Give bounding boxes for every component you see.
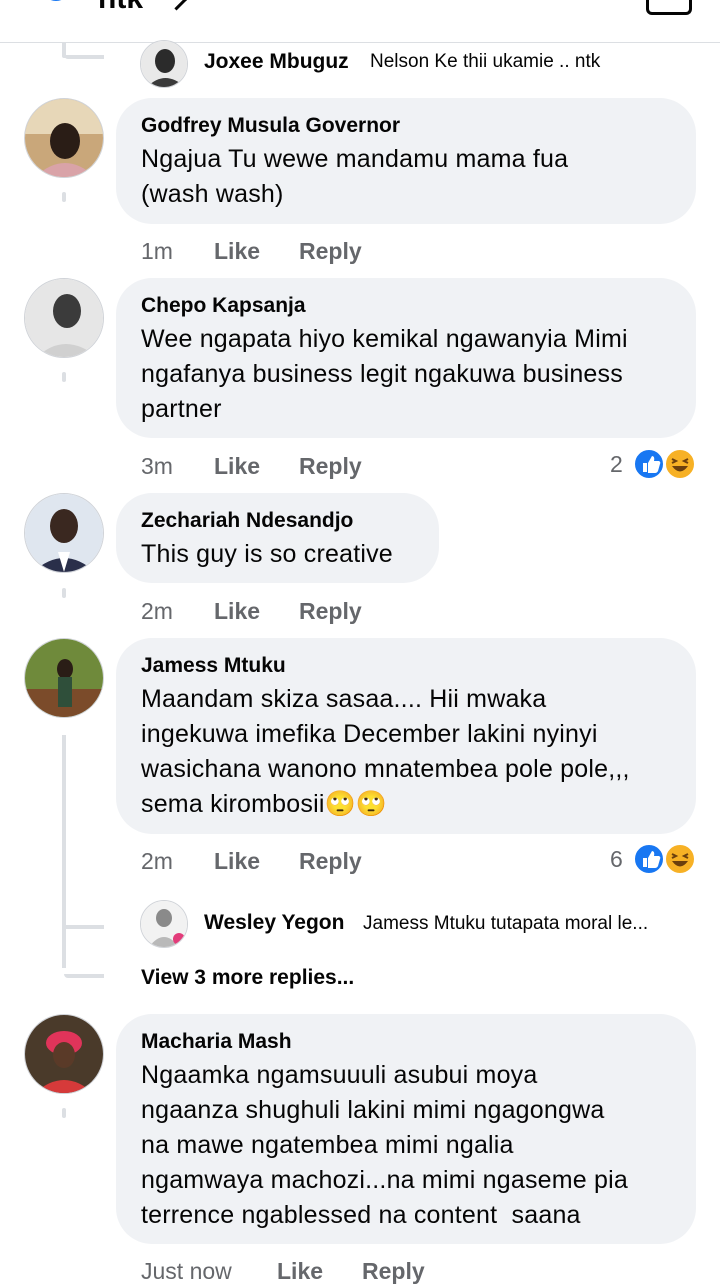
comment-line: na mawe ngatembea mimi ngalia bbox=[141, 1131, 514, 1159]
comment-line: Ngajua Tu wewe mandamu mama fua bbox=[141, 145, 569, 173]
comment-line: This guy is so creative bbox=[141, 540, 393, 568]
like-reaction-icon bbox=[633, 843, 665, 875]
like-button[interactable]: Like bbox=[214, 453, 260, 480]
comment-line: partner bbox=[141, 395, 222, 423]
thread-line bbox=[64, 55, 104, 59]
comment-author[interactable]: Chepo Kapsanja bbox=[141, 294, 306, 318]
like-reaction-icon bbox=[633, 448, 665, 480]
comment-line: ngamwaya machozi...na mimi ngaseme pia bbox=[141, 1166, 628, 1194]
comment-line: Maandam skiza sasaa.... Hii mwaka bbox=[141, 685, 547, 713]
comment-line: sema kirombosii🙄🙄 bbox=[141, 790, 388, 818]
avatar[interactable] bbox=[140, 40, 188, 88]
comment-time: 2m bbox=[141, 598, 173, 624]
comment-time: Just now bbox=[141, 1258, 232, 1284]
avatar[interactable] bbox=[24, 493, 104, 573]
like-button[interactable]: Like bbox=[277, 1258, 323, 1285]
reaction-count[interactable]: 6 bbox=[610, 846, 623, 873]
comment-line: ingekuwa imefika December lakini nyinyi bbox=[141, 720, 598, 748]
reply-button[interactable]: Reply bbox=[299, 848, 362, 875]
like-button[interactable]: Like bbox=[214, 848, 260, 875]
comment-text: Wee ngapata hiyo kemikal ngawanyia Mimi … bbox=[141, 322, 628, 427]
comment-line: Wee ngapata hiyo kemikal ngawanyia Mimi bbox=[141, 325, 628, 353]
reply-button[interactable]: Reply bbox=[299, 598, 362, 625]
comment-author[interactable]: Macharia Mash bbox=[141, 1030, 292, 1054]
thread-line bbox=[62, 735, 66, 968]
comment-line: (wash wash) bbox=[141, 180, 284, 208]
comment-line: ngaanza shughuli lakini mimi ngagongwa bbox=[141, 1096, 605, 1124]
comment-text: Ngaamka ngamsuuuli asubui moya ngaanza s… bbox=[141, 1058, 628, 1233]
like-thumb-icon[interactable] bbox=[646, 0, 692, 15]
avatar[interactable] bbox=[24, 638, 104, 718]
haha-reaction-icon bbox=[664, 843, 696, 875]
comment-line: ngafanya business legit ngakuwa business bbox=[141, 360, 623, 388]
thread-line bbox=[62, 192, 66, 202]
reply-text: Nelson Ke thii ukamie .. ntk bbox=[370, 51, 601, 72]
reply-author[interactable]: Wesley Yegon bbox=[204, 911, 344, 935]
comment-time: 1m bbox=[141, 238, 173, 264]
comment-author[interactable]: Godfrey Musula Governor bbox=[141, 114, 400, 138]
like-button[interactable]: Like bbox=[214, 598, 260, 625]
avatar[interactable] bbox=[24, 278, 104, 358]
thread-line bbox=[62, 588, 66, 598]
comment-time: 2m bbox=[141, 848, 173, 874]
reaction-count[interactable]: 2 bbox=[610, 451, 623, 478]
thread-line bbox=[64, 974, 104, 978]
reaction-icons[interactable] bbox=[632, 842, 698, 876]
view-more-replies-button[interactable]: View 3 more replies... bbox=[141, 966, 354, 990]
reply-button[interactable]: Reply bbox=[299, 238, 362, 265]
reply-button[interactable]: Reply bbox=[299, 453, 362, 480]
comment-text: This guy is so creative bbox=[141, 537, 393, 572]
comment-text: Ngajua Tu wewe mandamu mama fua (wash wa… bbox=[141, 142, 568, 212]
avatar[interactable] bbox=[24, 98, 104, 178]
avatar[interactable] bbox=[24, 1014, 104, 1094]
top-reactions[interactable] bbox=[18, 0, 93, 8]
comment-text: Maandam skiza sasaa.... Hii mwaka ingeku… bbox=[141, 682, 630, 822]
thread-line bbox=[62, 1108, 66, 1118]
thread-line bbox=[64, 925, 104, 929]
top-partial-text: ntk bbox=[98, 0, 143, 16]
comment-time: 3m bbox=[141, 453, 173, 479]
top-bar: ntk bbox=[0, 0, 720, 43]
reply-text: Jamess Mtuku tutapata moral le... bbox=[363, 913, 649, 934]
reaction-icons[interactable] bbox=[632, 447, 698, 481]
comment-line: Ngaamka ngamsuuuli asubui moya bbox=[141, 1061, 538, 1089]
thread-line bbox=[62, 372, 66, 382]
comment-line: terrence ngablessed na content saana bbox=[141, 1201, 581, 1229]
comment-line: wasichana wanono mnatembea pole pole,,, bbox=[141, 755, 630, 783]
reply-button[interactable]: Reply bbox=[362, 1258, 425, 1285]
avatar[interactable] bbox=[140, 900, 188, 948]
haha-reaction-icon bbox=[664, 448, 696, 480]
like-reaction-icon bbox=[50, 0, 93, 3]
comment-author[interactable]: Zechariah Ndesandjo bbox=[141, 509, 353, 533]
chevron-right-icon[interactable] bbox=[164, 0, 189, 11]
like-button[interactable]: Like bbox=[214, 238, 260, 265]
comment-author[interactable]: Jamess Mtuku bbox=[141, 654, 286, 678]
reply-author[interactable]: Joxee Mbuguz bbox=[204, 50, 349, 74]
